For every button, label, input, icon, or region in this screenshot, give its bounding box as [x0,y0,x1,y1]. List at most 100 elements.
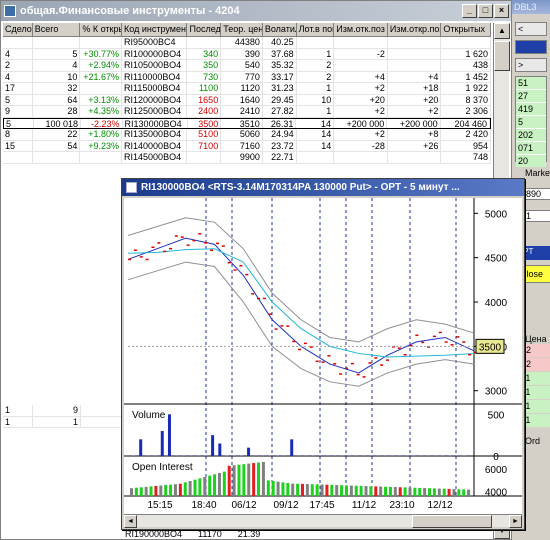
oi-bar [349,485,353,496]
oi-bar [164,485,168,496]
y-tick-label: 500 [488,410,505,421]
cell-open: 2 306 [441,106,491,117]
y-tick-label: 6000 [485,465,508,476]
scroll-thumb-h[interactable] [412,515,492,528]
column-header[interactable]: Лот.в пок [297,23,335,36]
cell-chg1: +4 [334,71,388,82]
cell-chg2 [388,152,442,163]
cell-pct: +2.94% [80,60,123,71]
chart-title-bar[interactable]: RI130000BO4 <RTS-3.14M170314PA 130000 Pu… [122,179,524,196]
table-row[interactable]: 8 22 +1.80% RI135000BO4 5100 5060 24.94 14 +2 +8 2… [3,129,491,141]
oi-bar [462,489,466,496]
y-tick-label: 5000 [485,209,508,220]
maximize-button[interactable]: □ [478,4,493,18]
column-header[interactable]: Волатил [263,23,297,36]
column-header[interactable]: Изм.откр.поз [388,23,442,36]
cell-chg1: +200 000 [334,118,388,128]
cell-chg1: +2 [334,83,388,94]
table-row[interactable]: 4 5 +30.77% RI100000BO4 340 390 37.68 1 -2 1 620 [3,48,491,60]
oi-bar [261,461,265,496]
cell-theor: 7160 [221,140,263,151]
cell-lot: 14 [297,140,335,151]
column-header[interactable]: Открытых [441,23,492,36]
cell-last: 2400 [187,106,222,117]
oi-bar [130,488,133,496]
oi-bar [384,486,388,496]
table-row[interactable]: RI145000BO4 9900 22.71 748 [3,152,491,164]
cell-total: 54 [33,140,81,151]
cell-last: 730 [187,71,222,82]
column-header[interactable]: Код инструмента [122,23,188,36]
horizontal-scrollbar[interactable]: ◄ ► [124,514,522,528]
oi-bar [173,484,177,496]
cell-open: 2 420 [441,129,491,140]
scroll-right-button[interactable]: ► [509,515,522,528]
table-row[interactable]: RI95000BC4 44380 40.25 [3,37,491,49]
bg-tab-right[interactable] [515,40,547,54]
cell-vol: 22.71 [263,152,297,163]
table-row[interactable]: 9 28 +4.35% RI125000BO4 2400 2410 27.82 1 +2 +2 2 … [3,106,491,118]
oi-bar [335,485,339,496]
cell-code: RI140000BO4 [122,140,188,151]
cell-last [187,37,222,48]
instruments-table: Сделок Всего % К открыт Код инструмента … [3,23,492,164]
cell-total: 1 [33,416,81,427]
scroll-up-button[interactable]: ▲ [494,23,510,39]
column-header[interactable]: Послед [187,23,222,36]
table-row[interactable]: 15 54 +9.23% RI140000BO4 7100 7160 23.72 14 -28 +… [3,140,491,152]
column-header[interactable]: Изм.отк.поз [334,23,388,36]
y-tick-label: 0 [493,452,499,463]
oi-bar [198,478,202,496]
oi-bar [403,487,407,496]
x-tick-label: 09/12 [273,500,298,511]
table-row[interactable]: 5 64 +3.13% RI120000BO4 1650 1640 29.45 10 +20 +2… [3,94,491,106]
volume-bar [247,447,251,456]
volume-label: Volume [132,410,166,421]
cell-total: 10 [33,71,81,82]
table-row[interactable]: 17 32 RI115000BO4 1100 1120 31.23 1 +2 +18 1 922 [3,83,491,95]
chart-title: RI130000BO4 <RTS-3.14M170314PA 130000 Pu… [141,182,460,193]
bg-value-890[interactable]: 890 [525,188,550,200]
oi-bar [354,485,358,496]
table-row[interactable]: 2 4 +2.94% RI105000BO4 350 540 35.32 2 438 [3,60,491,72]
bg-tab-2[interactable]: > [515,58,547,72]
cell-last: 7100 [187,140,222,151]
scroll-left-button[interactable]: ◄ [124,515,137,528]
column-header[interactable]: Теор. цена [221,23,263,36]
cell-chg1: +2 [334,129,388,140]
cell-open: 438 [441,60,491,71]
cell-last [187,152,222,163]
cell-code: RI120000BO4 [122,94,188,105]
cell-open: 1 452 [441,71,491,82]
oi-bar [315,484,319,496]
bg-value-input[interactable]: 1 [525,210,550,222]
scroll-thumb[interactable] [494,41,510,71]
oi-bar [217,472,221,496]
table-row[interactable]: 5 100 018 -2.23% RI130000BO4 3500 3510 26.31 14… [3,117,491,129]
oi-bar [305,484,309,496]
y-tick-label: 4000 [485,488,508,499]
minimize-button[interactable]: _ [462,4,477,18]
chart-body[interactable]: 300035004000450050003500Volume0500Open I… [124,198,522,514]
cell-open: 8 370 [441,94,491,105]
price-series-line [127,261,475,387]
oi-bar [271,481,275,496]
column-header[interactable]: Всего [33,23,81,36]
table-row[interactable]: 4 10 +21.67% RI110000BO4 730 770 33.17 2 +4 +4 1 4… [3,71,491,83]
cell-open: 748 [441,152,491,163]
cell-lot: 10 [297,94,335,105]
bg-tab-left[interactable]: < [515,22,547,36]
title-bar[interactable]: общая.Финансовые инструменты - 4204 _ □ … [1,1,511,21]
oi-bar [178,483,182,496]
oi-bar [393,487,397,496]
oi-bar [452,489,456,496]
cell-deals: 1 [3,416,33,427]
cell-vol: 33.17 [263,71,297,82]
volume-bar [290,439,294,456]
cell-total: 28 [33,106,81,117]
column-header[interactable]: Сделок [3,23,33,36]
close-button[interactable]: × [494,4,509,18]
column-header[interactable]: % К открыт [80,23,123,36]
cell-theor: 44380 [221,37,263,48]
cell-lot: 14 [297,129,335,140]
